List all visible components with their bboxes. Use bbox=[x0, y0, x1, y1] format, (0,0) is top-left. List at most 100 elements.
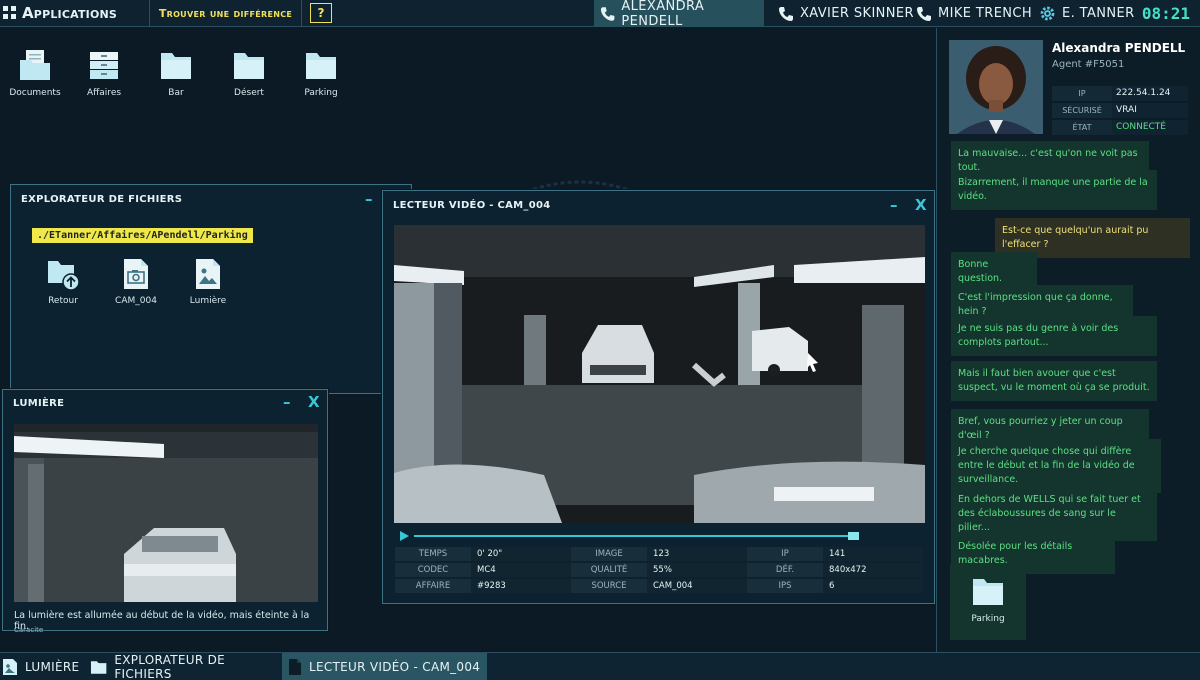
image-file-icon bbox=[196, 259, 220, 289]
image-icon bbox=[3, 659, 17, 675]
window-title: LUMIÈRE bbox=[13, 397, 65, 409]
profile-field-key: IP bbox=[1052, 86, 1112, 101]
video-progress-handle[interactable] bbox=[848, 532, 859, 540]
taskbar-item-label: LUMIÈRE bbox=[25, 660, 80, 674]
apps-grid-icon bbox=[3, 6, 16, 19]
taskbar-item-explorer[interactable]: EXPLORATEUR DE FICHIERS bbox=[90, 653, 280, 680]
desktop-icon-desert[interactable]: Désert bbox=[214, 48, 284, 98]
close-button[interactable]: X bbox=[915, 197, 927, 213]
chat-message: Je ne suis pas du genre à voir des compl… bbox=[951, 316, 1157, 356]
profile-field-value: 222.54.1.24 bbox=[1112, 86, 1188, 101]
video-file-icon bbox=[289, 659, 301, 675]
info-key: TEMPS bbox=[395, 547, 471, 561]
minimize-button[interactable]: – bbox=[365, 191, 373, 207]
desktop-icon-parking[interactable]: Parking bbox=[286, 48, 356, 98]
profile-name: Alexandra PENDELL bbox=[1052, 41, 1186, 55]
info-key: IP bbox=[747, 547, 823, 561]
chat-message: En dehors de WELLS qui se fait tuer et d… bbox=[951, 487, 1157, 541]
info-key: DÉF. bbox=[747, 563, 823, 577]
minimize-button[interactable]: – bbox=[890, 197, 898, 213]
info-value: 123 bbox=[647, 547, 747, 561]
phone-icon bbox=[917, 6, 931, 21]
applications-menu[interactable]: Applications bbox=[0, 0, 150, 27]
phone-icon bbox=[779, 6, 793, 21]
top-bar: Applications Trouver une différence ? AL… bbox=[0, 0, 1200, 29]
info-key: SOURCE bbox=[571, 579, 647, 593]
path-breadcrumb: ./ETanner/Affaires/APendell/Parking bbox=[32, 228, 253, 243]
lumiere-caption: La lumière est allumée au début de la vi… bbox=[14, 610, 310, 632]
contact-tab-e-tanner[interactable]: E. TANNER bbox=[1039, 0, 1135, 27]
desktop-icon-label: Documents bbox=[9, 88, 61, 98]
documents-icon bbox=[20, 50, 50, 80]
contact-tab-xavier-skinner[interactable]: XAVIER SKINNER bbox=[778, 0, 914, 27]
lumiere-window[interactable]: LUMIÈRE – X La lumière est allumée au dé… bbox=[2, 389, 328, 632]
file-explorer-window[interactable]: EXPLORATEUR DE FICHIERS – ./ETanner/Affa… bbox=[10, 184, 412, 394]
folder-icon bbox=[90, 661, 107, 674]
desktop-icon-affaires[interactable]: Affaires bbox=[69, 48, 139, 98]
folder-icon bbox=[973, 579, 1003, 605]
info-row: TEMPS 0' 20" IMAGE 123 IP 141 bbox=[395, 547, 923, 561]
video-player-window[interactable]: LECTEUR VIDÉO - CAM_004 – X TEMPS 0' 20"… bbox=[382, 190, 935, 604]
chat-panel: Alexandra PENDELL Agent #F5051 IP 222.54… bbox=[936, 28, 1200, 652]
info-value: 55% bbox=[647, 563, 747, 577]
folder-back-icon bbox=[48, 261, 80, 291]
taskbar: LUMIÈRE EXPLORATEUR DE FICHIERS LECTEUR … bbox=[0, 652, 1200, 680]
file-item-lumiere[interactable]: Lumière bbox=[178, 257, 238, 306]
contact-tab-mike-trench[interactable]: MIKE TRENCH bbox=[916, 0, 1032, 27]
find-difference-button[interactable]: Trouver une différence bbox=[150, 0, 302, 27]
info-value: 6 bbox=[823, 579, 923, 593]
clock: 08:21 bbox=[1141, 4, 1190, 23]
minimize-button[interactable]: – bbox=[283, 394, 291, 410]
desktop-icon-label: Affaires bbox=[86, 88, 122, 98]
contact-name: E. TANNER bbox=[1062, 6, 1135, 21]
help-button[interactable]: ? bbox=[310, 3, 332, 23]
phone-icon bbox=[600, 6, 615, 21]
desktop-icon-label: Bar bbox=[168, 88, 184, 98]
file-item-label: CAM_004 bbox=[115, 296, 157, 306]
video-play-button[interactable] bbox=[399, 530, 410, 542]
desktop-icon-label: Parking bbox=[304, 88, 338, 98]
contact-name: MIKE TRENCH bbox=[938, 6, 1033, 21]
folder-icon bbox=[161, 53, 191, 79]
info-value: 141 bbox=[823, 547, 923, 561]
chat-attachment-parking[interactable]: Parking bbox=[950, 564, 1026, 640]
chat-message: Bizarrement, il manque une partie de la … bbox=[951, 170, 1157, 210]
video-progress-track[interactable] bbox=[414, 532, 859, 540]
cabinet-icon bbox=[90, 52, 118, 79]
close-button[interactable]: X bbox=[308, 394, 320, 410]
info-value: MC4 bbox=[471, 563, 571, 577]
taskbar-item-lumiere[interactable]: LUMIÈRE bbox=[0, 653, 82, 680]
window-title: EXPLORATEUR DE FICHIERS bbox=[21, 193, 183, 205]
desktop-icon-label: Désert bbox=[234, 88, 264, 98]
contact-name: ALEXANDRA PENDELL bbox=[621, 0, 705, 29]
gear-icon bbox=[1040, 6, 1055, 21]
desktop-icon-bar[interactable]: Bar bbox=[141, 48, 211, 98]
find-difference-label: Trouver une différence bbox=[158, 6, 293, 20]
folder-icon bbox=[234, 53, 264, 79]
folder-icon bbox=[306, 53, 336, 79]
file-item-label: Lumière bbox=[189, 296, 227, 306]
file-item-retour[interactable]: Retour bbox=[33, 257, 93, 306]
info-row: CODEC MC4 QUALITÉ 55% DÉF. 840x472 bbox=[395, 563, 923, 577]
profile-agent-id: Agent #F5051 bbox=[1052, 59, 1125, 70]
video-frame bbox=[394, 225, 925, 523]
applications-label: Applications bbox=[22, 4, 118, 22]
contact-name: XAVIER SKINNER bbox=[800, 6, 914, 21]
info-row: AFFAIRE #9283 SOURCE CAM_004 IPS 6 bbox=[395, 579, 923, 593]
desktop-icon-documents[interactable]: Documents bbox=[0, 48, 70, 98]
info-value: #9283 bbox=[471, 579, 571, 593]
taskbar-item-video-player[interactable]: LECTEUR VIDÉO - CAM_004 bbox=[282, 653, 487, 680]
lumiere-image bbox=[14, 424, 318, 602]
file-item-cam-004[interactable]: CAM_004 bbox=[106, 257, 166, 306]
avatar bbox=[949, 40, 1043, 134]
chat-message: Mais il faut bien avouer que c'est suspe… bbox=[951, 361, 1157, 401]
info-key: CODEC bbox=[395, 563, 471, 577]
lumiere-under-caption: Caracite bbox=[14, 626, 44, 634]
camera-file-icon bbox=[124, 259, 148, 289]
attachment-label: Parking bbox=[971, 614, 1005, 624]
info-key: IMAGE bbox=[571, 547, 647, 561]
taskbar-item-label: LECTEUR VIDÉO - CAM_004 bbox=[309, 660, 481, 674]
contact-tab-alexandra-pendell[interactable]: ALEXANDRA PENDELL bbox=[594, 0, 764, 29]
info-key: QUALITÉ bbox=[571, 563, 647, 577]
video-progress-fill bbox=[414, 535, 859, 537]
